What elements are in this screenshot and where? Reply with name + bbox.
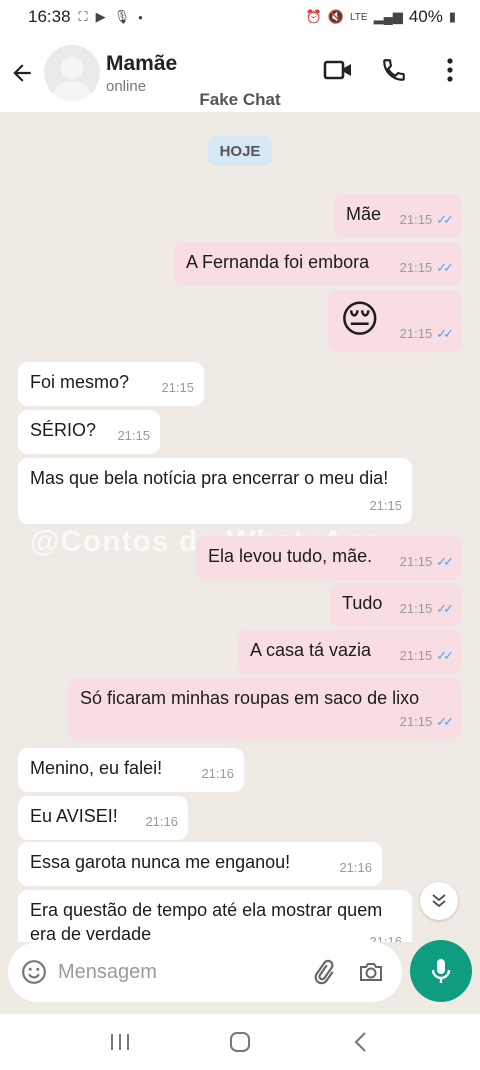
back-nav-icon	[354, 1032, 366, 1052]
scroll-down-icon	[432, 894, 446, 908]
back-nav-button[interactable]	[340, 1022, 380, 1062]
recents-icon	[111, 1034, 129, 1050]
system-nav-bar	[0, 1014, 480, 1070]
more-vert-icon	[447, 58, 453, 82]
message-text: Mãe	[346, 204, 382, 224]
message-text: Menino, eu falei!	[30, 758, 163, 778]
message-time: 21:15	[399, 212, 433, 227]
battery-icon: ▮	[448, 9, 456, 24]
alarm-icon: ⏰	[305, 9, 322, 24]
mic-button[interactable]	[410, 940, 472, 1002]
read-ticks-icon: ✓✓	[436, 554, 454, 569]
message-time: 21:15	[399, 601, 433, 616]
message-time: 21:15	[399, 648, 433, 663]
contact-info[interactable]: Mamãe online	[106, 52, 177, 95]
phone-icon	[383, 59, 405, 81]
message-time: 21:15	[399, 326, 433, 341]
status-bar: 16:38 ⛶ ▶ 🎙 • ⏰ 🔇 LTE ▂▄▆ 40% ▮	[0, 0, 480, 34]
message-text: Tudo	[342, 593, 383, 613]
message-text: Ela levou tudo, mãe.	[208, 546, 373, 566]
read-ticks-icon: ✓✓	[436, 714, 454, 729]
message-bubble[interactable]: Mas que bela notícia pra encerrar o meu …	[18, 458, 412, 524]
read-ticks-icon: ✓✓	[436, 648, 454, 663]
message-time: 21:15	[117, 428, 150, 443]
app-title: Fake Chat	[199, 90, 281, 109]
message-bubble[interactable]: Foi mesmo? 21:15	[18, 362, 204, 406]
message-text: A casa tá vazia	[250, 640, 372, 660]
message-bubble[interactable]: Menino, eu falei! 21:16	[18, 748, 244, 792]
message-input-box	[8, 942, 402, 1002]
voice-call-button[interactable]	[376, 50, 412, 90]
message-time: 21:16	[201, 766, 234, 781]
message-text: A Fernanda foi embora	[186, 252, 370, 272]
home-button[interactable]	[220, 1022, 260, 1062]
message-bubble[interactable]: Mãe 21:15 ✓✓	[334, 194, 462, 238]
message-text: SÉRIO?	[30, 420, 97, 440]
message-input[interactable]	[58, 960, 298, 984]
message-bubble[interactable]: Eu AVISEI! 21:16	[18, 796, 188, 840]
battery-text: 40%	[408, 7, 443, 26]
signal-icon: ▂▄▆	[373, 9, 403, 24]
emoji-icon	[22, 960, 46, 984]
message-time: 21:16	[145, 814, 178, 829]
youtube-icon: ▶	[95, 9, 106, 24]
message-bubble[interactable]: Era questão de tempo até ela mostrar que…	[18, 890, 412, 942]
attach-button[interactable]	[308, 957, 338, 987]
screenshot-icon: ⛶	[78, 9, 88, 24]
message-text: Foi mesmo?	[30, 372, 130, 392]
attach-icon	[314, 959, 334, 985]
recents-button[interactable]	[100, 1022, 140, 1062]
read-ticks-icon: ✓✓	[436, 326, 454, 341]
podcast-icon: 🎙	[113, 9, 131, 24]
message-bubble[interactable]: A Fernanda foi embora 21:15 ✓✓	[174, 242, 462, 286]
back-button[interactable]	[0, 51, 44, 95]
mute-icon: 🔇	[327, 9, 344, 24]
message-bubble[interactable]: A casa tá vazia 21:15 ✓✓	[238, 630, 462, 674]
message-time: 21:16	[339, 860, 372, 875]
video-call-button[interactable]	[320, 50, 356, 90]
message-bubble[interactable]: SÉRIO? 21:15	[18, 410, 160, 454]
message-bubble[interactable]: Ela levou tudo, mãe. 21:15 ✓✓	[196, 536, 462, 580]
message-text: Era questão de tempo até ela mostrar que…	[30, 900, 383, 942]
message-time: 21:15	[369, 498, 402, 513]
camera-button[interactable]	[356, 957, 386, 987]
message-text: Essa garota nunca me enganou!	[30, 852, 291, 872]
emoji-pensive: 😔	[340, 299, 380, 341]
video-call-icon	[323, 60, 351, 80]
message-bubble[interactable]: 😔 21:15 ✓✓	[328, 290, 462, 352]
message-time: 21:15	[399, 260, 433, 275]
status-time: 16:38	[28, 7, 71, 26]
more-options-button[interactable]	[432, 50, 468, 90]
message-bubble[interactable]: Só ficaram minhas roupas em saco de lixo…	[68, 678, 462, 740]
message-time: 21:16	[369, 934, 402, 942]
home-icon	[230, 1032, 250, 1052]
scroll-down-button[interactable]	[420, 882, 458, 920]
message-text: Só ficaram minhas roupas em saco de lixo	[80, 688, 420, 708]
mic-icon	[431, 959, 451, 983]
message-text: Mas que bela notícia pra encerrar o meu …	[30, 468, 389, 488]
read-ticks-icon: ✓✓	[436, 601, 454, 616]
network-label: LTE	[349, 11, 368, 23]
message-time: 21:15	[399, 714, 433, 729]
message-bubble[interactable]: Essa garota nunca me enganou! 21:16	[18, 842, 382, 886]
message-time: 21:15	[161, 380, 194, 395]
read-ticks-icon: ✓✓	[436, 260, 454, 275]
chat-area[interactable]: HOJE @Contos do WhatsApp Mãe 21:15✓✓ A F…	[0, 112, 480, 942]
composer-bar	[0, 940, 480, 1014]
date-chip: HOJE	[208, 136, 272, 166]
message-text: Eu AVISEI!	[30, 806, 118, 826]
message-bubble[interactable]: Tudo 21:15 ✓✓	[330, 583, 462, 627]
camera-icon	[360, 963, 382, 981]
message-time: 21:15	[399, 554, 433, 569]
back-arrow-icon	[13, 64, 31, 82]
read-ticks-icon: ✓✓	[436, 212, 454, 227]
dot-icon: •	[138, 9, 143, 25]
emoji-button[interactable]	[20, 958, 48, 986]
contact-name: Mamãe	[106, 51, 178, 75]
